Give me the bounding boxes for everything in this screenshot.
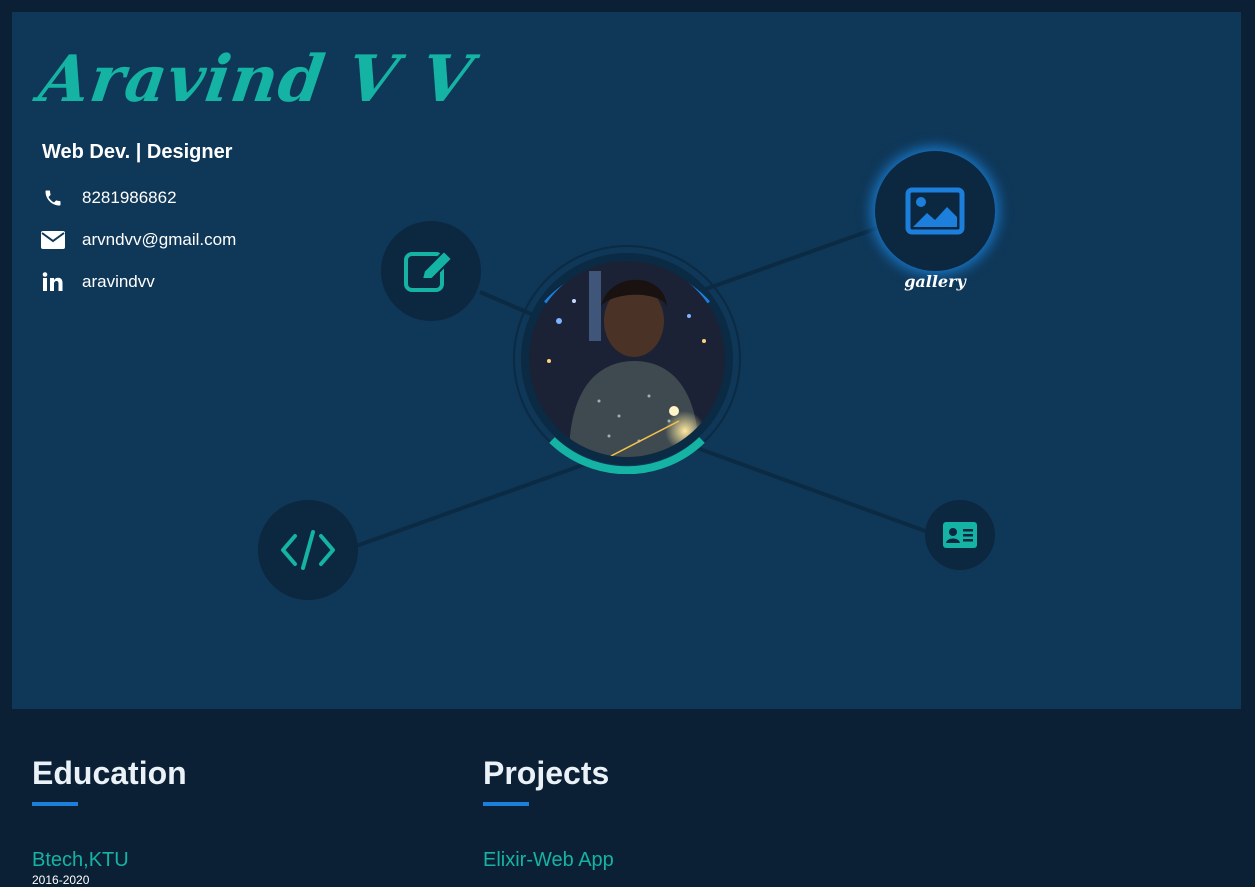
projects-title: Projects	[483, 755, 610, 791]
project-item[interactable]: Elixir-Web App	[483, 849, 614, 872]
image-icon	[905, 187, 965, 235]
contact-phone[interactable]: 8281986862	[40, 187, 177, 209]
education-section: Education Btech,KTU 2016-2020	[32, 755, 187, 887]
projects-underline	[483, 802, 529, 806]
education-underline	[32, 802, 78, 806]
avatar-photo	[529, 261, 725, 457]
code-icon	[281, 530, 335, 570]
email-address: arvndvv@gmail.com	[82, 230, 237, 249]
id-card-node[interactable]	[925, 500, 995, 570]
gallery-label[interactable]: gallery	[875, 272, 995, 291]
education-years: 2016-2020	[32, 873, 90, 887]
linkedin-username: aravindvv	[82, 272, 155, 291]
hero-section: Aravind V V Web Dev. | Designer 82819868…	[12, 12, 1241, 709]
profile-name: Aravind V V	[34, 42, 478, 117]
gallery-node[interactable]	[875, 151, 995, 271]
linkedin-icon	[40, 271, 66, 293]
phone-number: 8281986862	[82, 188, 177, 207]
projects-section: Projects Elixir-Web App	[483, 755, 614, 871]
contact-linkedin[interactable]: aravindvv	[40, 271, 155, 293]
avatar[interactable]	[512, 244, 742, 474]
edit-icon	[404, 249, 454, 292]
code-node[interactable]	[258, 500, 358, 600]
phone-icon	[40, 187, 66, 209]
contact-email[interactable]: arvndvv@gmail.com	[40, 229, 236, 251]
edit-node[interactable]	[381, 221, 481, 321]
education-item: Btech,KTU	[32, 849, 129, 871]
profile-role: Web Dev. | Designer	[42, 141, 233, 163]
id-card-icon	[943, 522, 977, 548]
envelope-icon	[40, 229, 66, 251]
education-title: Education	[32, 755, 187, 791]
